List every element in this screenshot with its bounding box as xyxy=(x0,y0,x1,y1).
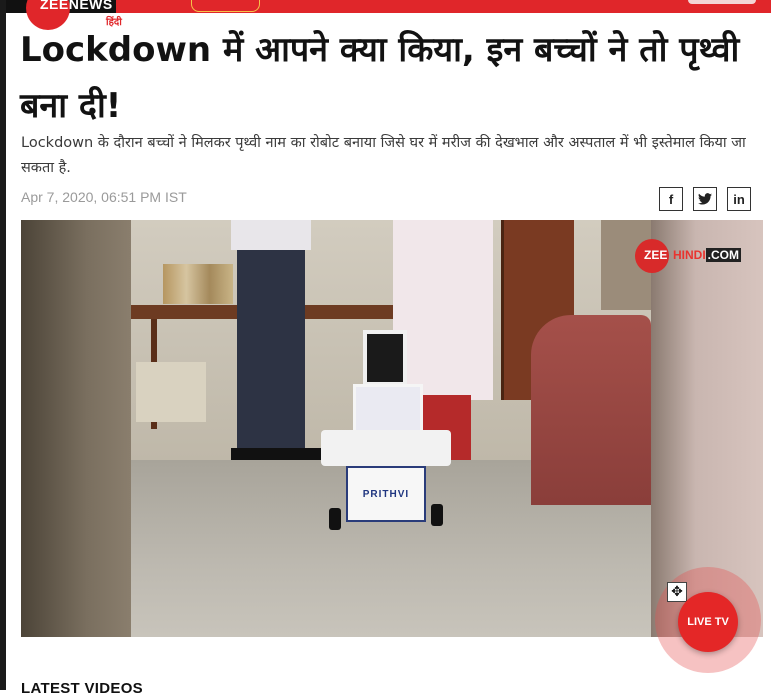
site-logo-text[interactable]: ZEENEWS xyxy=(40,0,113,12)
video-scene-person-left xyxy=(231,220,321,460)
live-tv-button[interactable]: LIVE TV xyxy=(678,592,738,652)
header-pill-button[interactable] xyxy=(191,0,260,12)
robot-wheel xyxy=(431,504,443,526)
watermark-hindi-text: HINDI xyxy=(673,248,706,262)
robot-tray xyxy=(321,430,451,466)
linkedin-share-button[interactable]: in xyxy=(727,187,751,211)
video-scene-robot: PRITHVI xyxy=(321,330,451,530)
latest-videos-heading: LATEST VIDEOS xyxy=(21,680,143,697)
video-scene-trophies xyxy=(163,264,233,304)
facebook-icon: f xyxy=(668,191,674,207)
article-headline: Lockdown में आपने क्या किया, इन बच्चों न… xyxy=(20,30,740,126)
article-date: Apr 7, 2020, 06:51 PM IST xyxy=(21,189,187,205)
header-right-button[interactable] xyxy=(688,0,756,4)
video-blur-left xyxy=(21,220,131,637)
article-summary: Lockdown के दौरान बच्चों ने मिलकर पृथ्वी… xyxy=(21,135,746,176)
channel-watermark: ZEE HINDI .COM xyxy=(635,239,742,273)
video-scene-sofa xyxy=(531,315,651,505)
watermark-dotcom: .COM xyxy=(705,248,742,262)
watermark-hindi: HINDI .COM xyxy=(673,248,742,262)
robot-screen xyxy=(363,330,407,386)
site-header xyxy=(6,0,771,13)
facebook-share-button[interactable]: f xyxy=(659,187,683,211)
twitter-share-button[interactable] xyxy=(693,187,717,211)
video-player[interactable]: PRITHVI ZEE HINDI .COM xyxy=(21,220,763,637)
twitter-icon xyxy=(698,193,712,205)
live-tv-label: LIVE TV xyxy=(687,616,729,628)
move-icon[interactable]: ✥ xyxy=(667,582,687,602)
person-shoes xyxy=(231,448,321,460)
robot-label: PRITHVI xyxy=(346,466,426,522)
robot-panel xyxy=(353,384,423,436)
person-pants xyxy=(237,250,305,450)
video-scene-table-cloth xyxy=(136,362,206,422)
linkedin-icon: in xyxy=(733,191,745,207)
robot-wheel xyxy=(329,508,341,530)
person-shirt xyxy=(231,220,311,250)
watermark-zee: ZEE xyxy=(644,248,668,262)
window-edge xyxy=(0,0,6,690)
